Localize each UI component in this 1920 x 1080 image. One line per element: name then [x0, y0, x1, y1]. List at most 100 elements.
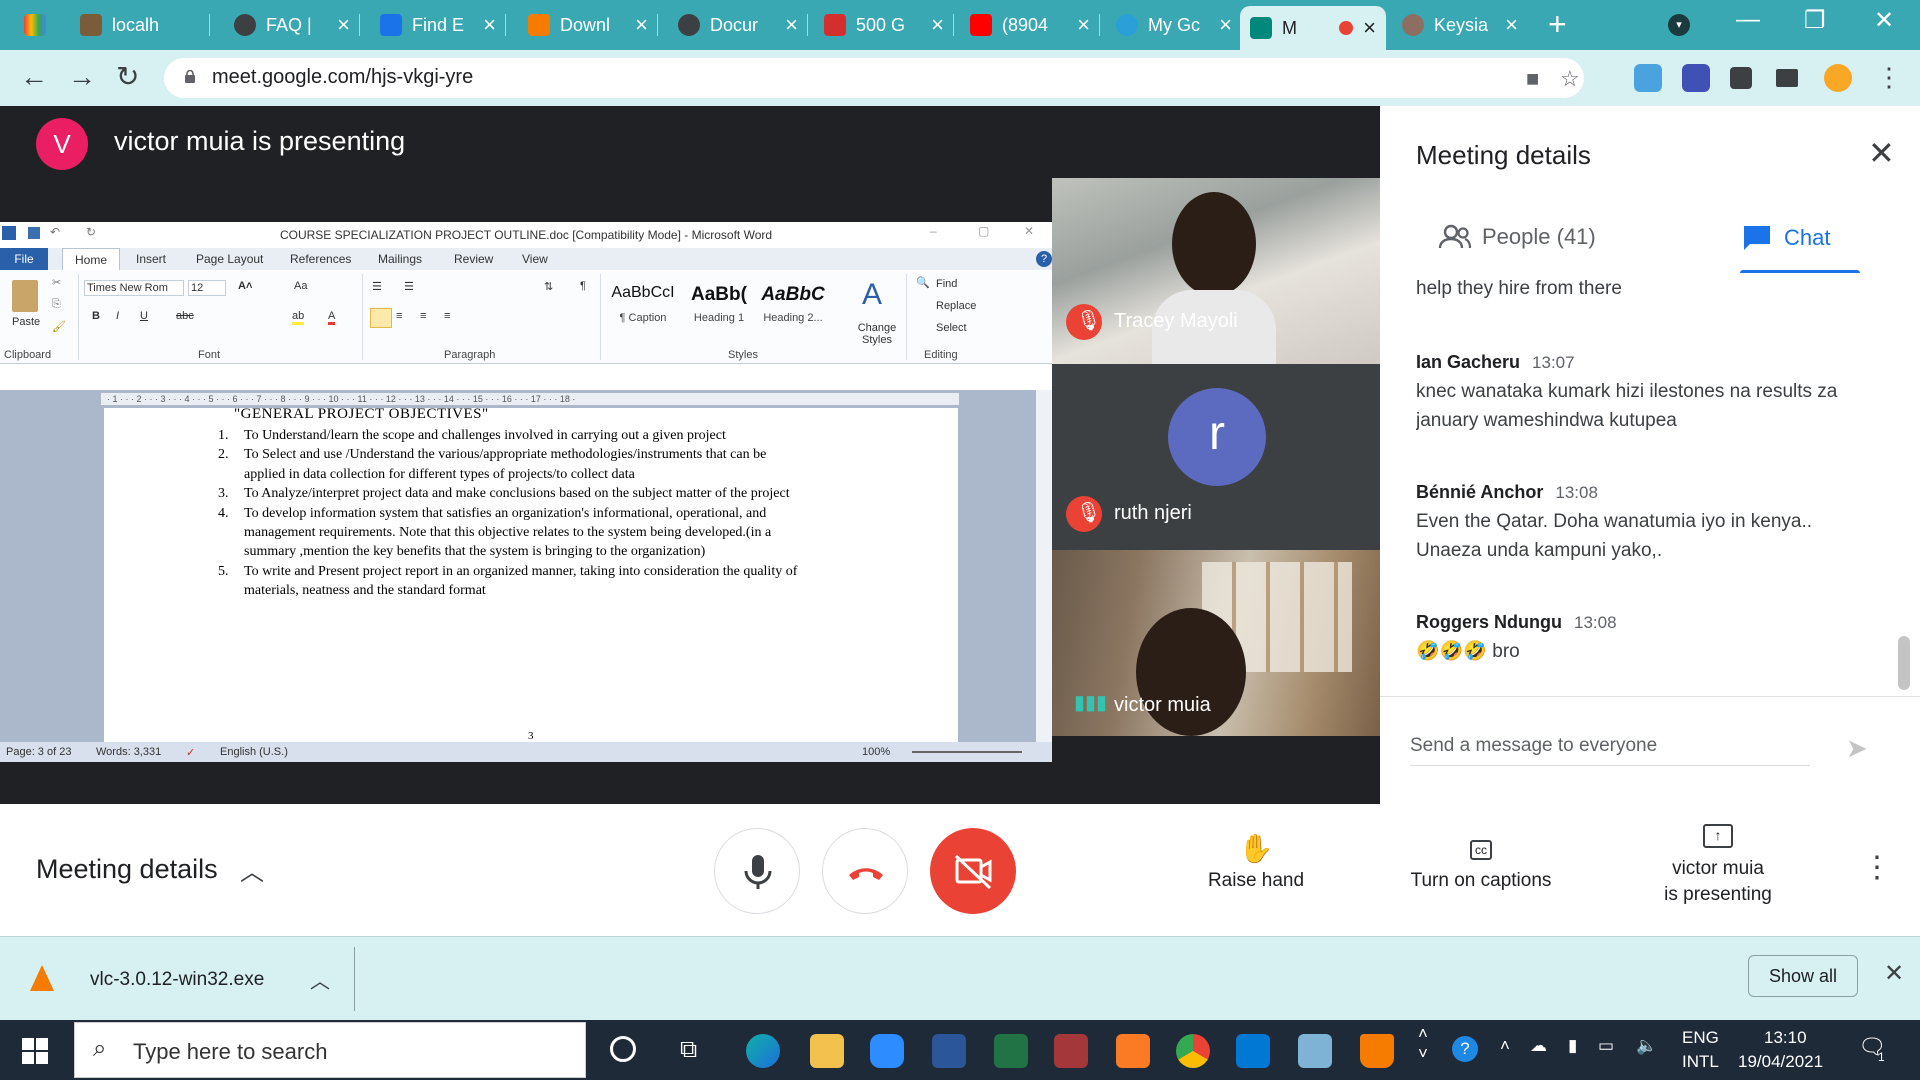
chrome-icon[interactable]	[1176, 1034, 1210, 1068]
profile-avatar[interactable]	[1824, 64, 1852, 92]
tab-2[interactable]: localh	[70, 4, 210, 46]
cortana-icon[interactable]	[610, 1036, 636, 1062]
close-icon[interactable]: ×	[635, 12, 648, 38]
clock-time[interactable]: 13:10	[1764, 1028, 1807, 1048]
meeting-details-button[interactable]: Meeting details	[36, 854, 218, 885]
puzzle-icon[interactable]	[1730, 67, 1752, 89]
language-indicator-sub[interactable]: INTL	[1682, 1052, 1719, 1072]
presenting-button[interactable]: ↑ victor muia is presenting	[1620, 824, 1816, 906]
help-tray-icon[interactable]: ?	[1452, 1036, 1478, 1062]
close-icon[interactable]: ×	[483, 12, 496, 38]
help-icon: ?	[1036, 251, 1052, 267]
leave-call-button[interactable]	[822, 828, 908, 914]
close-icon[interactable]: ✕	[1884, 959, 1904, 988]
extension-icon[interactable]	[1634, 64, 1662, 92]
volume-icon[interactable]: 🔈	[1636, 1036, 1657, 1056]
microphone-tray-icon[interactable]: ▮	[1568, 1036, 1577, 1056]
tab-8[interactable]: (8904 ×	[960, 4, 1100, 46]
excel-icon[interactable]	[994, 1034, 1028, 1068]
close-icon[interactable]: ×	[1363, 15, 1376, 41]
tab-7[interactable]: 500 G ×	[814, 4, 954, 46]
word-title-bar: ↶ ↻ COURSE SPECIALIZATION PROJECT OUTLIN…	[0, 222, 1052, 248]
window-close-icon[interactable]: ✕	[1874, 6, 1894, 35]
tab-label: Find E	[412, 14, 465, 35]
download-item[interactable]: vlc-3.0.12-win32.exe	[90, 969, 264, 991]
objectives-list: 1. To Understand/learn the scope and cha…	[218, 426, 804, 601]
tab-meet-active[interactable]: M ×	[1240, 6, 1386, 50]
chat-message-input[interactable]: Send a message to everyone	[1410, 735, 1810, 766]
taskbar-search[interactable]: ⌕ Type here to search	[74, 1022, 586, 1078]
vscode-icon[interactable]	[1236, 1034, 1270, 1068]
zoom-slider	[912, 751, 1022, 753]
close-icon[interactable]: ×	[785, 12, 798, 38]
file-explorer-icon[interactable]	[810, 1034, 844, 1068]
microphone-button[interactable]	[714, 828, 800, 914]
new-tab-button[interactable]: +	[1548, 6, 1567, 42]
minimize-icon[interactable]: —	[1736, 6, 1760, 34]
camera-icon[interactable]: ■	[1526, 66, 1539, 92]
chat-scrollbar[interactable]	[1898, 636, 1910, 690]
tab-3[interactable]: FAQ | ×	[224, 4, 360, 46]
hang-up-icon	[849, 868, 883, 880]
meet-control-bar: Meeting details ︿ ✋ Raise hand cc Turn o…	[0, 804, 1920, 936]
tab-1[interactable]	[14, 4, 66, 46]
send-icon[interactable]: ➤	[1846, 733, 1868, 764]
close-icon[interactable]: ×	[337, 12, 350, 38]
zoom-icon[interactable]	[870, 1034, 904, 1068]
camera-toggle-button[interactable]	[930, 828, 1016, 914]
tray-overflow-chevron-icon[interactable]: ˄ ˅	[1418, 1024, 1428, 1064]
task-view-icon[interactable]: ⧉	[680, 1036, 697, 1064]
media-control-icon[interactable]	[1776, 69, 1798, 87]
reload-icon[interactable]: ↻	[116, 62, 139, 92]
close-icon[interactable]: ×	[1219, 12, 1232, 38]
participant-tile[interactable]: 🎙 Tracey Mayoli	[1052, 178, 1380, 364]
language-indicator[interactable]: ENG	[1682, 1028, 1719, 1048]
control-panel-icon[interactable]	[1298, 1034, 1332, 1068]
browser-menu-icon[interactable]: ⋮	[1876, 62, 1902, 92]
close-icon[interactable]: ✕	[1868, 134, 1895, 172]
close-icon[interactable]: ×	[931, 12, 944, 38]
tab-5[interactable]: Downl ×	[518, 4, 658, 46]
font-size-box: 12	[188, 280, 226, 296]
word-icon[interactable]	[932, 1034, 966, 1068]
tab-chat[interactable]: Chat	[1742, 224, 1830, 252]
restore-icon[interactable]: ❐	[1804, 6, 1826, 35]
tab-11[interactable]: Keysia ×	[1392, 4, 1528, 46]
tab-search-icon[interactable]: ▾	[1668, 14, 1690, 36]
show-all-button[interactable]: Show all	[1748, 955, 1859, 997]
tab-6[interactable]: Docur ×	[668, 4, 808, 46]
extension-icon[interactable]	[1682, 64, 1710, 92]
change-styles-icon: A	[862, 278, 883, 311]
meet-icon	[1250, 17, 1272, 39]
vlc-icon[interactable]	[1360, 1034, 1394, 1068]
close-icon[interactable]: ×	[1077, 12, 1090, 38]
captions-button[interactable]: cc Turn on captions	[1396, 832, 1566, 892]
tab-people[interactable]: People (41)	[1438, 224, 1596, 250]
participant-name: Tracey Mayoli	[1114, 310, 1238, 332]
access-icon[interactable]	[1054, 1034, 1088, 1068]
participant-tile[interactable]: ▮▮▮ victor muia	[1052, 550, 1380, 736]
more-options-icon[interactable]: ⋮	[1862, 853, 1892, 883]
show-hidden-icon[interactable]: ˄	[1500, 1036, 1510, 1056]
message-text: 🤣🤣🤣 bro	[1416, 641, 1520, 662]
edge-icon[interactable]	[746, 1034, 780, 1068]
tab-4[interactable]: Find E ×	[370, 4, 506, 46]
message-sender: Ian Gacheru	[1416, 352, 1521, 372]
close-icon[interactable]: ×	[1505, 12, 1518, 38]
raise-hand-button[interactable]: ✋ Raise hand	[1196, 832, 1316, 892]
clock-date[interactable]: 19/04/2021	[1738, 1052, 1823, 1072]
back-icon[interactable]: ←	[20, 62, 48, 92]
message-sender: Roggers Ndungu	[1416, 612, 1562, 632]
battery-icon[interactable]: ▭	[1598, 1036, 1614, 1056]
xampp-icon[interactable]	[1116, 1034, 1150, 1068]
onedrive-icon[interactable]: ☁	[1530, 1036, 1547, 1056]
forward-icon[interactable]: →	[68, 62, 96, 92]
tab-9[interactable]: My Gc ×	[1106, 4, 1242, 46]
star-icon[interactable]: ☆	[1560, 66, 1580, 92]
participant-tile[interactable]: r 🎙 ruth njeri	[1052, 364, 1380, 550]
chevron-up-icon[interactable]: ︿	[240, 852, 264, 887]
windows-start-icon[interactable]	[22, 1038, 48, 1064]
divider	[362, 274, 363, 360]
address-bar[interactable]: meet.google.com/hjs-vkgi-yre ■ ☆	[164, 58, 1584, 98]
chevron-up-icon[interactable]: ︿	[310, 965, 330, 994]
